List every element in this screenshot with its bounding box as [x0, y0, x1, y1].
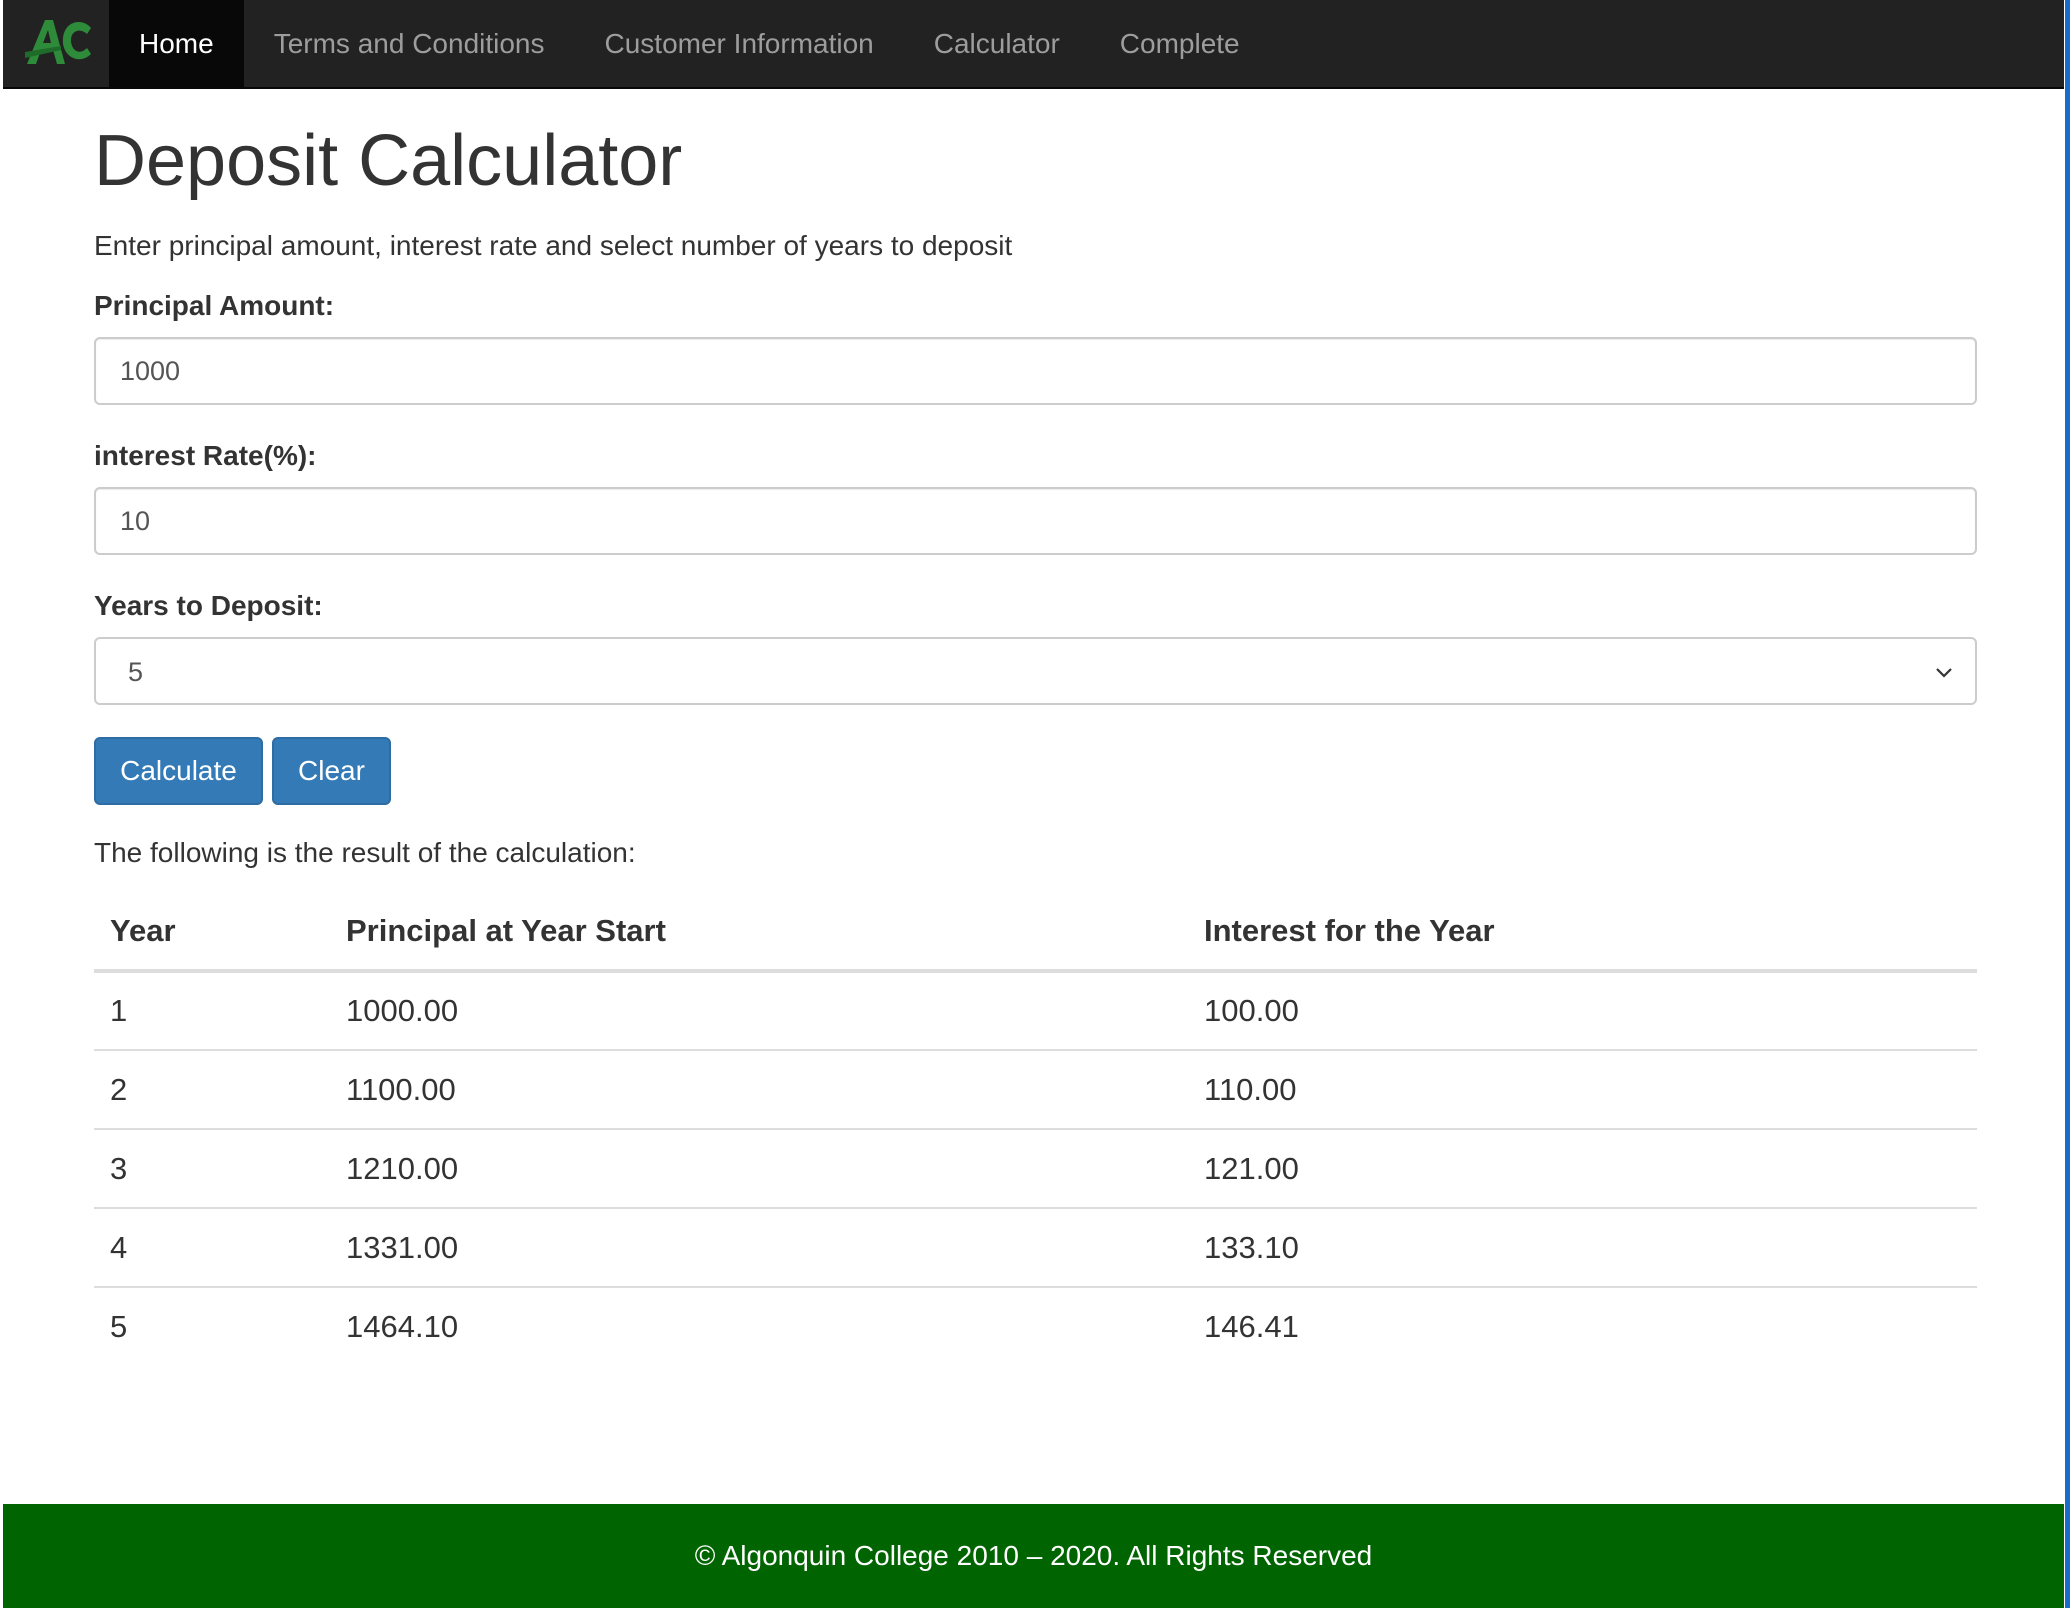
- nav-item-complete[interactable]: Complete: [1090, 0, 1270, 88]
- nav-item-home[interactable]: Home: [109, 0, 244, 88]
- header-year: Year: [94, 893, 330, 973]
- clear-button[interactable]: Clear: [272, 737, 391, 805]
- page-footer: © Algonquin College 2010 – 2020. All Rig…: [3, 1504, 2064, 1608]
- table-row: 4 1331.00 133.10: [94, 1208, 1977, 1288]
- calculate-button[interactable]: Calculate: [94, 737, 263, 805]
- instructions-text: Enter principal amount, interest rate an…: [94, 230, 1013, 261]
- table-row: 3 1210.00 121.00: [94, 1129, 1977, 1209]
- cell-principal: 1000.00: [330, 971, 1188, 1051]
- page-title: Deposit Calculator: [94, 121, 683, 201]
- chevron-down-icon: [1936, 668, 1952, 678]
- table-row: 5 1464.10 146.41: [94, 1287, 1977, 1366]
- interest-rate-label: interest Rate(%):: [94, 440, 317, 471]
- principal-amount-label: Principal Amount:: [94, 290, 335, 321]
- browser-viewport: Home Terms and Conditions Customer Infor…: [3, 0, 2064, 1608]
- years-selected-value: 5: [128, 657, 144, 687]
- results-table: Year Principal at Year Start Interest fo…: [94, 893, 1977, 1366]
- years-to-deposit-select[interactable]: 5: [94, 637, 1977, 705]
- nav-item-terms-and-conditions[interactable]: Terms and Conditions: [244, 0, 575, 88]
- cell-year: 4: [94, 1208, 330, 1288]
- cell-interest: 110.00: [1188, 1050, 1977, 1130]
- result-intro-text: The following is the result of the calcu…: [94, 837, 636, 868]
- ac-logo-graphic: [25, 20, 91, 64]
- top-navbar: Home Terms and Conditions Customer Infor…: [3, 0, 2064, 89]
- cell-interest: 133.10: [1188, 1208, 1977, 1288]
- cell-interest: 146.41: [1204, 1309, 1299, 1344]
- cell-year: 5: [110, 1309, 128, 1344]
- page: Home Terms and Conditions Customer Infor…: [0, 0, 2070, 1608]
- nav-item-calculator[interactable]: Calculator: [904, 0, 1090, 88]
- nav-menu: Home Terms and Conditions Customer Infor…: [109, 0, 1270, 88]
- cell-principal: 1331.00: [330, 1208, 1188, 1288]
- copyright-text: © Algonquin College 2010 – 2020. All Rig…: [694, 1540, 1373, 1571]
- desktop-background-edge: [2065, 0, 2070, 1608]
- cell-principal: 1100.00: [330, 1050, 1188, 1130]
- principal-amount-input[interactable]: [94, 337, 1977, 405]
- cell-year: 2: [94, 1050, 330, 1130]
- cell-principal: 1210.00: [330, 1129, 1188, 1209]
- algonquin-logo-icon[interactable]: [21, 8, 95, 78]
- cell-principal: 1464.10: [346, 1309, 459, 1344]
- table-row: 1 1000.00 100.00: [94, 971, 1977, 1051]
- table-header-row: Year Principal at Year Start Interest fo…: [94, 893, 1977, 973]
- cell-year: 1: [94, 971, 330, 1051]
- cell-interest: 121.00: [1188, 1129, 1977, 1209]
- header-interest: Interest for the Year: [1188, 893, 1977, 973]
- cell-interest: 100.00: [1188, 971, 1977, 1051]
- interest-rate-input[interactable]: [94, 487, 1977, 555]
- header-principal: Principal at Year Start: [330, 893, 1188, 973]
- years-to-deposit-label: Years to Deposit:: [94, 590, 323, 621]
- table-row: 2 1100.00 110.00: [94, 1050, 1977, 1130]
- cell-year: 3: [94, 1129, 330, 1209]
- nav-item-customer-information[interactable]: Customer Information: [575, 0, 904, 88]
